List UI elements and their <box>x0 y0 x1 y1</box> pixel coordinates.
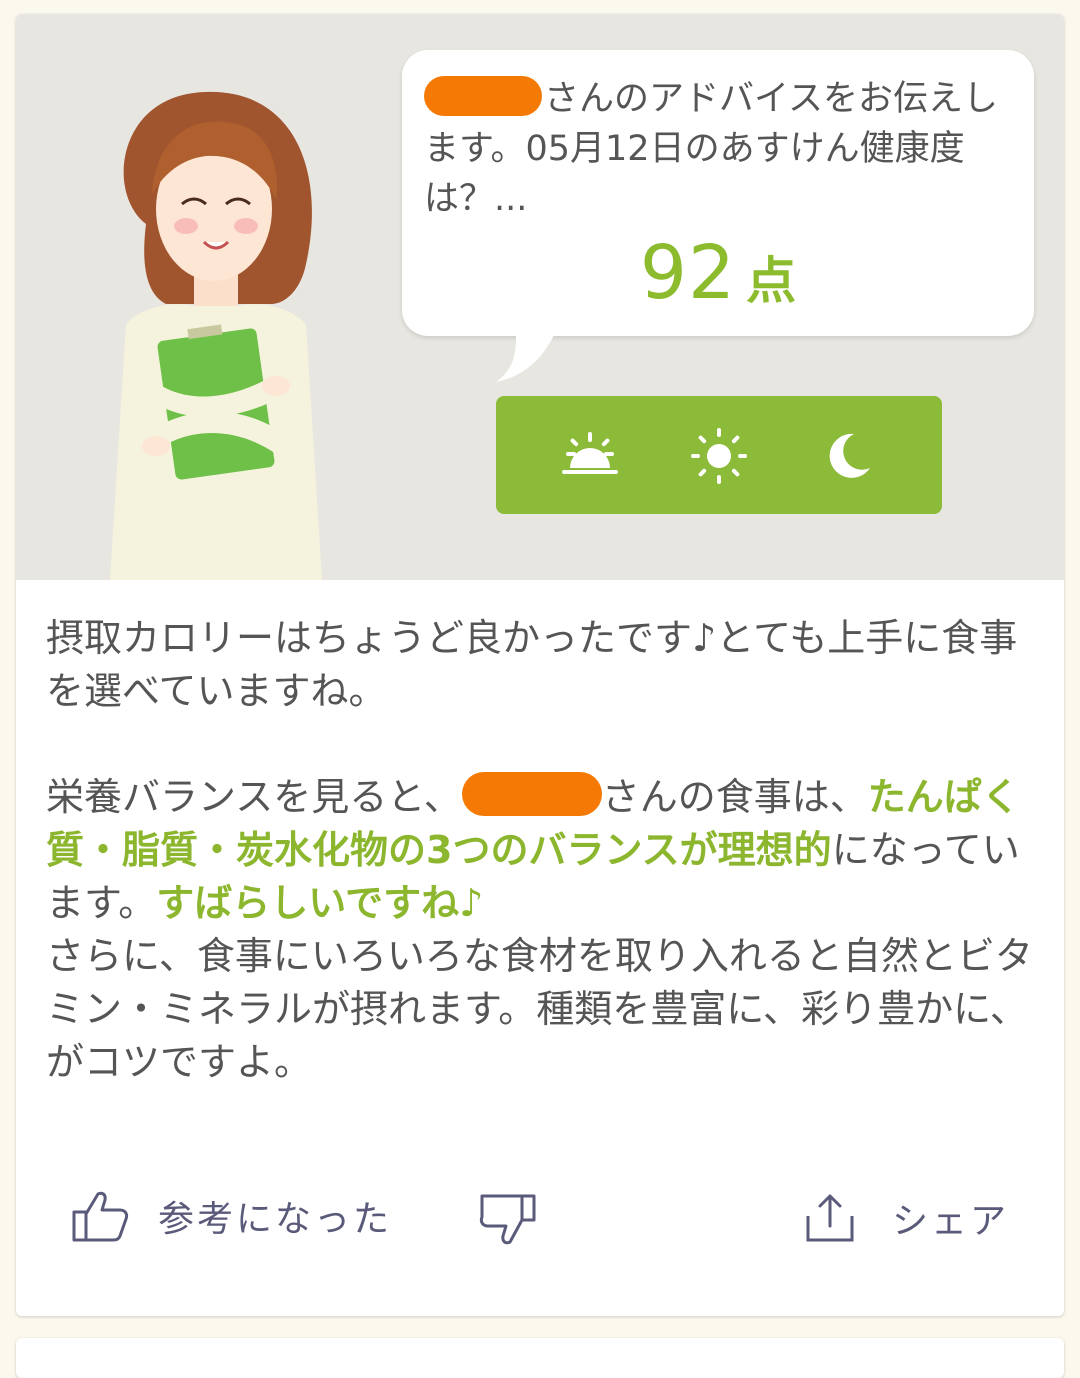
share-label: シェア <box>892 1201 1010 1242</box>
sunrise-icon[interactable] <box>558 424 622 488</box>
next-card <box>16 1338 1064 1378</box>
calorie-comment: 摂取カロリーはちょうど良かったです♪とても上手に食事を選べていますね。 <box>46 616 1018 713</box>
redacted-username <box>424 76 542 116</box>
advisor-character-illustration <box>110 91 322 580</box>
helpful-button[interactable]: 参考になった <box>70 1188 392 1244</box>
feedback-actions: 参考になった シェア <box>16 1182 1064 1262</box>
moon-icon[interactable] <box>816 424 880 488</box>
balance-comment: 栄養バランスを見ると、 さんの食事は、たんぱく質・脂質・炭水化物の3つのバランスが… <box>46 771 1036 930</box>
health-score: 92 点 <box>402 230 1034 316</box>
redacted-username <box>461 772 602 816</box>
advice-card: さんのアドバイスをお伝えします。05月12日のあすけん健康度は？... 92点 <box>16 14 1064 1316</box>
highlight-praise: すばらしいですね♪ <box>156 881 484 925</box>
time-of-day-selector <box>496 396 942 514</box>
sun-icon[interactable] <box>687 424 751 488</box>
score-unit: 点 <box>746 252 797 310</box>
advice-intro: さんのアドバイスをお伝えします。05月12日のあすけん健康度は？... <box>424 74 1014 224</box>
share-icon <box>806 1194 854 1242</box>
thumbs-up-icon <box>72 1191 129 1242</box>
score-value: 92 <box>639 230 737 316</box>
advice-body: 摂取カロリーはちょうど良かったです♪とても上手に食事を選べていますね。 栄養バラ… <box>46 612 1036 1089</box>
bubble-tail <box>496 326 558 382</box>
thumbs-down-icon <box>479 1194 536 1245</box>
not-helpful-button[interactable] <box>478 1192 538 1248</box>
advice-header: さんのアドバイスをお伝えします。05月12日のあすけん健康度は？... 92 点 <box>16 14 1064 580</box>
advice-speech-bubble: さんのアドバイスをお伝えします。05月12日のあすけん健康度は？... 92 点 <box>402 50 1034 336</box>
helpful-label: 参考になった <box>158 1199 393 1240</box>
variety-comment: さらに、食事にいろいろな食材を取り入れると自然とビタミン・ミネラルが摂れます。種… <box>46 934 1033 1084</box>
share-button[interactable]: シェア <box>802 1190 1009 1246</box>
